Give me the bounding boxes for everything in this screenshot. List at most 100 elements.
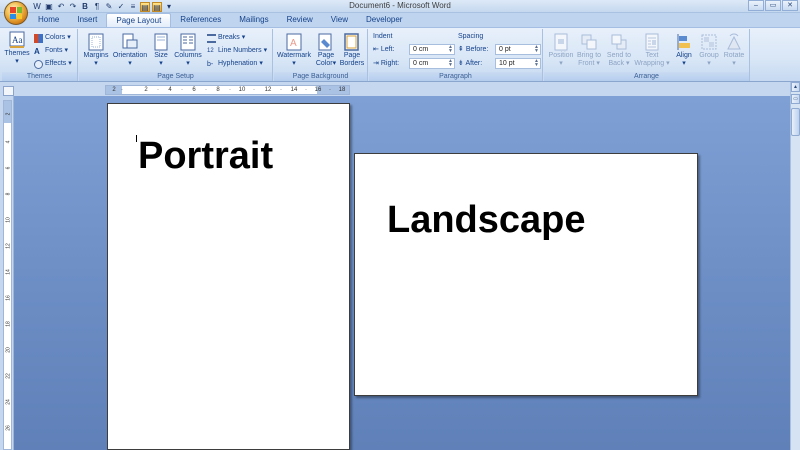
spin-arrows-icon[interactable]: ▲ ▼	[448, 59, 453, 68]
themes-label: Themes	[4, 50, 30, 57]
landscape-heading[interactable]: Landscape	[387, 198, 586, 242]
office-logo-icon	[10, 7, 22, 19]
spin-arrows-icon[interactable]: ▲ ▼	[534, 59, 539, 68]
tab-review[interactable]: Review	[278, 13, 322, 27]
breaks-button[interactable]: Breaks ▾	[207, 32, 245, 44]
tab-developer[interactable]: Developer	[357, 13, 411, 27]
fonts-button[interactable]: A Fonts ▾	[34, 45, 68, 57]
tab-view[interactable]: View	[322, 13, 357, 27]
rotate-label: Rotate	[723, 52, 745, 59]
indent-left-icon: ⇤	[373, 46, 379, 53]
breaks-label: Breaks	[218, 34, 240, 41]
orientation-button[interactable]: Orientation ▾	[111, 33, 149, 68]
indent-left-label: ⇤ Left:	[373, 46, 395, 53]
office-button[interactable]	[4, 1, 28, 25]
hyphenation-icon: b-	[207, 60, 214, 68]
breaks-icon	[207, 33, 216, 43]
hyphenation-button[interactable]: b- Hyphenation ▾	[207, 58, 263, 70]
rotate-button[interactable]: Rotate ▾	[720, 33, 748, 68]
ruler-tick: ·	[205, 87, 207, 93]
svg-text:Aa: Aa	[12, 35, 23, 45]
rotate-icon	[726, 33, 742, 51]
maximize-button[interactable]: ▭	[765, 0, 781, 11]
page-color-label-2: Color	[315, 60, 333, 67]
bring-to-front-button[interactable]: Bring to Front ▾	[574, 33, 604, 68]
tab-references[interactable]: References	[171, 13, 230, 27]
vruler-tick: 14	[5, 269, 12, 275]
tab-mailings[interactable]: Mailings	[230, 13, 277, 27]
vruler-tick: 8	[5, 192, 12, 196]
effects-button[interactable]: Effects ▾	[34, 58, 72, 70]
ruler-tick: 2	[112, 87, 116, 93]
align-icon	[676, 33, 692, 51]
ruler-tick: 18	[338, 87, 346, 93]
colors-button[interactable]: Colors ▾	[34, 32, 71, 44]
spacing-after-input[interactable]: 10 pt ▲ ▼	[495, 58, 541, 69]
bring-to-front-icon	[581, 33, 597, 51]
indent-right-input[interactable]: 0 cm ▲ ▼	[409, 58, 455, 69]
text-wrapping-icon	[644, 33, 660, 51]
align-button[interactable]: Align ▾	[670, 33, 698, 68]
landscape-page[interactable]: Landscape	[354, 153, 698, 396]
size-label: Size	[154, 52, 168, 59]
group-page-background: A Watermark ▾ Page Color▾ Page Borders P…	[274, 29, 368, 81]
margins-button[interactable]: Margins ▾	[81, 33, 111, 68]
indent-left-value: 0 cm	[413, 46, 429, 53]
scroll-up-icon[interactable]: ▲	[791, 82, 800, 92]
page-borders-button[interactable]: Page Borders	[339, 33, 365, 68]
themes-button[interactable]: Aa Themes ▾	[4, 31, 30, 66]
tab-insert[interactable]: Insert	[68, 13, 106, 27]
spacing-before-input[interactable]: 0 pt ▲ ▼	[495, 44, 541, 55]
position-icon	[553, 33, 569, 51]
tab-page-layout[interactable]: Page Layout	[106, 13, 172, 27]
scrollbar-thumb[interactable]	[791, 108, 800, 136]
vertical-scrollbar[interactable]: ▲ ▭	[790, 82, 800, 450]
effects-label: Effects	[45, 60, 67, 67]
margins-icon	[88, 33, 104, 51]
spin-arrows-icon[interactable]: ▲ ▼	[534, 45, 539, 54]
watermark-button[interactable]: A Watermark ▾	[276, 33, 312, 68]
size-button[interactable]: Size ▾	[151, 33, 171, 68]
indent-heading: Indent	[373, 33, 393, 40]
spacing-after-value: 10 pt	[499, 60, 515, 67]
spin-arrows-icon[interactable]: ▲ ▼	[448, 45, 453, 54]
tab-selector-icon[interactable]	[3, 86, 14, 96]
ribbon: Aa Themes ▾ Colors ▾ A Fonts ▾ Effects ▾ Th…	[0, 27, 800, 82]
line-numbers-button[interactable]: 12 Line Numbers ▾	[207, 45, 267, 57]
colors-label: Colors	[45, 34, 66, 41]
group-label-page-background: Page Background	[274, 72, 367, 81]
spacing-after-label: ⇟ After:	[458, 60, 483, 67]
position-button[interactable]: Position ▾	[546, 33, 576, 68]
text-wrapping-button[interactable]: Text Wrapping ▾	[634, 33, 670, 68]
ribbon-tabs: Home Insert Page Layout References Maili…	[28, 13, 411, 27]
minimize-button[interactable]: –	[748, 0, 764, 11]
text-cursor	[136, 135, 137, 142]
group-button[interactable]: Group ▾	[695, 33, 723, 68]
spacing-before-value: 0 pt	[499, 46, 511, 53]
columns-button[interactable]: Columns ▾	[173, 33, 203, 68]
view-ruler-icon[interactable]: ▭	[791, 94, 800, 104]
ruler-tick: ·	[181, 87, 183, 93]
group-label-arrange: Arrange	[544, 72, 749, 81]
hyphenation-label: Hyphenation	[218, 60, 258, 67]
indent-right-label: ⇥ Right:	[373, 60, 400, 67]
window-controls: – ▭ ✕	[748, 0, 798, 11]
ruler-tick: 2	[144, 87, 148, 93]
ruler-tick: ·	[253, 87, 255, 93]
ruler-tick: 12	[264, 87, 272, 93]
page-borders-label-2: Borders	[339, 60, 365, 67]
tab-home[interactable]: Home	[28, 13, 68, 27]
indent-left-input[interactable]: 0 cm ▲ ▼	[409, 44, 455, 55]
send-to-back-icon	[611, 33, 627, 51]
page-color-label: Page	[317, 52, 335, 59]
page-color-button[interactable]: Page Color▾	[314, 33, 338, 68]
horizontal-ruler[interactable]: 2 · 2 · 4 · 6 · 8 · 10 · 12 · 14 · 16 · …	[105, 85, 350, 95]
send-to-back-button[interactable]: Send to Back ▾	[604, 33, 634, 68]
send-to-back-label-2: Back	[608, 60, 625, 67]
portrait-page[interactable]: Portrait	[107, 103, 350, 450]
line-numbers-label: Line Numbers	[218, 47, 262, 54]
vertical-ruler[interactable]: 2 4 6 8 10 12 14 16 18 20 22 24 26	[0, 96, 14, 450]
effects-icon	[34, 59, 43, 69]
close-button[interactable]: ✕	[782, 0, 798, 11]
portrait-heading[interactable]: Portrait	[138, 134, 273, 178]
